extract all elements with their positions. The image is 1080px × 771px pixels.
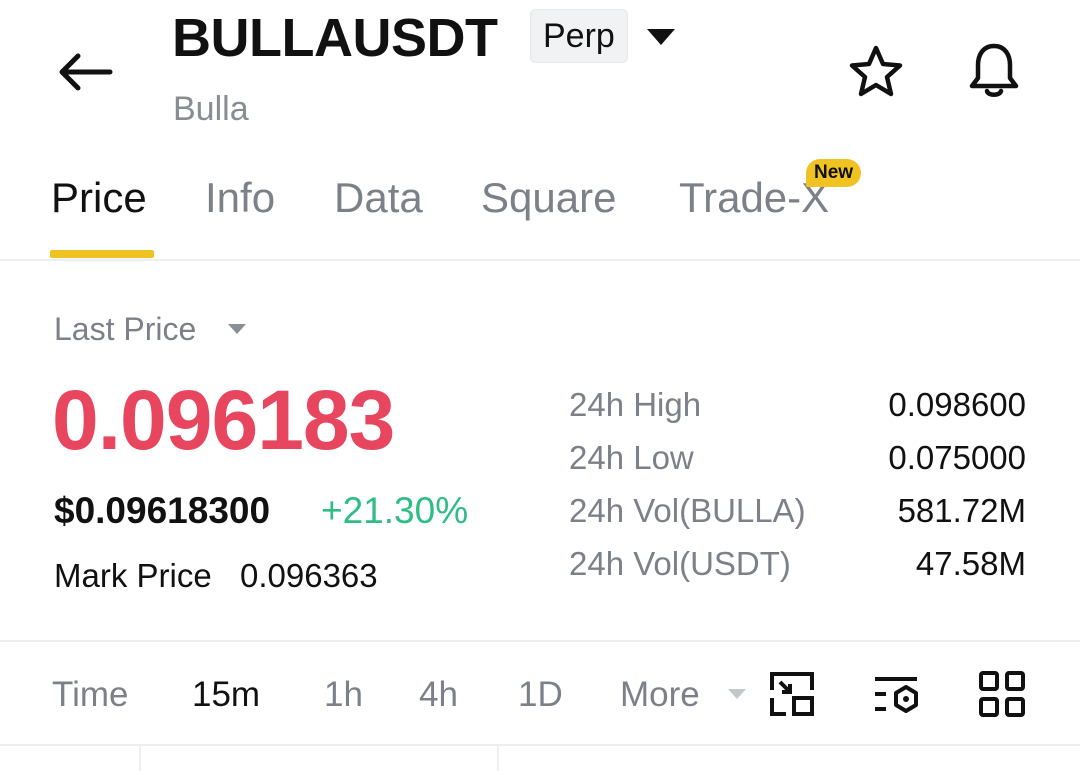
grid-layout-button[interactable] [978, 670, 1026, 718]
stat-value-24h-vol-base: 581.72M [897, 492, 1026, 529]
stat-label-24h-high: 24h High [569, 386, 702, 423]
bell-icon [969, 43, 1019, 97]
tab-square[interactable]: Square [481, 174, 616, 222]
fullscreen-toggle-button[interactable] [768, 670, 816, 718]
new-badge: New [806, 159, 862, 187]
chart-top-divider [0, 744, 1080, 746]
interval-4h[interactable]: 4h [419, 674, 458, 716]
caret-down-icon [726, 687, 748, 701]
stat-value-24h-vol-quote: 47.58M [915, 545, 1026, 582]
symbol-title[interactable]: BULLAUSDT [172, 6, 498, 70]
caret-down-icon [226, 322, 248, 336]
interval-15m[interactable]: 15m [192, 674, 260, 716]
section-divider [0, 640, 1080, 642]
mark-price-label: Mark Price [54, 557, 212, 594]
favorite-button[interactable] [846, 42, 906, 102]
interval-1d[interactable]: 1D [518, 674, 563, 716]
stat-label-24h-low: 24h Low [569, 439, 694, 476]
caret-down-icon [647, 29, 675, 45]
interval-1h[interactable]: 1h [324, 674, 363, 716]
price-change-percent: +21.30% [321, 490, 469, 531]
contract-type-badge: Perp [530, 9, 628, 63]
back-button[interactable] [52, 44, 116, 100]
symbol-subtitle: Bulla [173, 90, 249, 128]
arrow-left-icon [59, 53, 113, 91]
last-price-value: 0.096183 [52, 373, 395, 467]
tab-data[interactable]: Data [334, 174, 423, 222]
usd-price-value: $0.09618300 [54, 490, 271, 531]
grid-layout-icon [979, 671, 1025, 717]
interval-more[interactable]: More [620, 674, 700, 716]
stat-label-24h-vol-base: 24h Vol(BULLA) [569, 492, 806, 529]
indicator-settings-button[interactable] [872, 670, 920, 718]
stat-value-24h-high: 0.098600 [888, 386, 1026, 423]
symbol-dropdown-button[interactable] [644, 26, 678, 48]
star-icon [849, 45, 903, 97]
tab-price[interactable]: Price [51, 174, 147, 222]
active-tab-indicator [50, 250, 154, 258]
chart-grid-line [497, 746, 499, 771]
tab-info[interactable]: Info [205, 174, 275, 222]
mark-price-value: 0.096363 [240, 557, 378, 594]
tabs-divider [0, 259, 1080, 261]
indicator-settings-icon [875, 677, 918, 713]
last-price-selector[interactable]: Last Price [54, 311, 196, 348]
stat-label-24h-vol-quote: 24h Vol(USDT) [569, 545, 791, 582]
price-alert-button[interactable] [962, 38, 1026, 102]
chart-grid-line [139, 746, 141, 771]
interval-time[interactable]: Time [52, 674, 128, 716]
stat-value-24h-low: 0.075000 [888, 439, 1026, 476]
fullscreen-toggle-icon [770, 672, 814, 716]
